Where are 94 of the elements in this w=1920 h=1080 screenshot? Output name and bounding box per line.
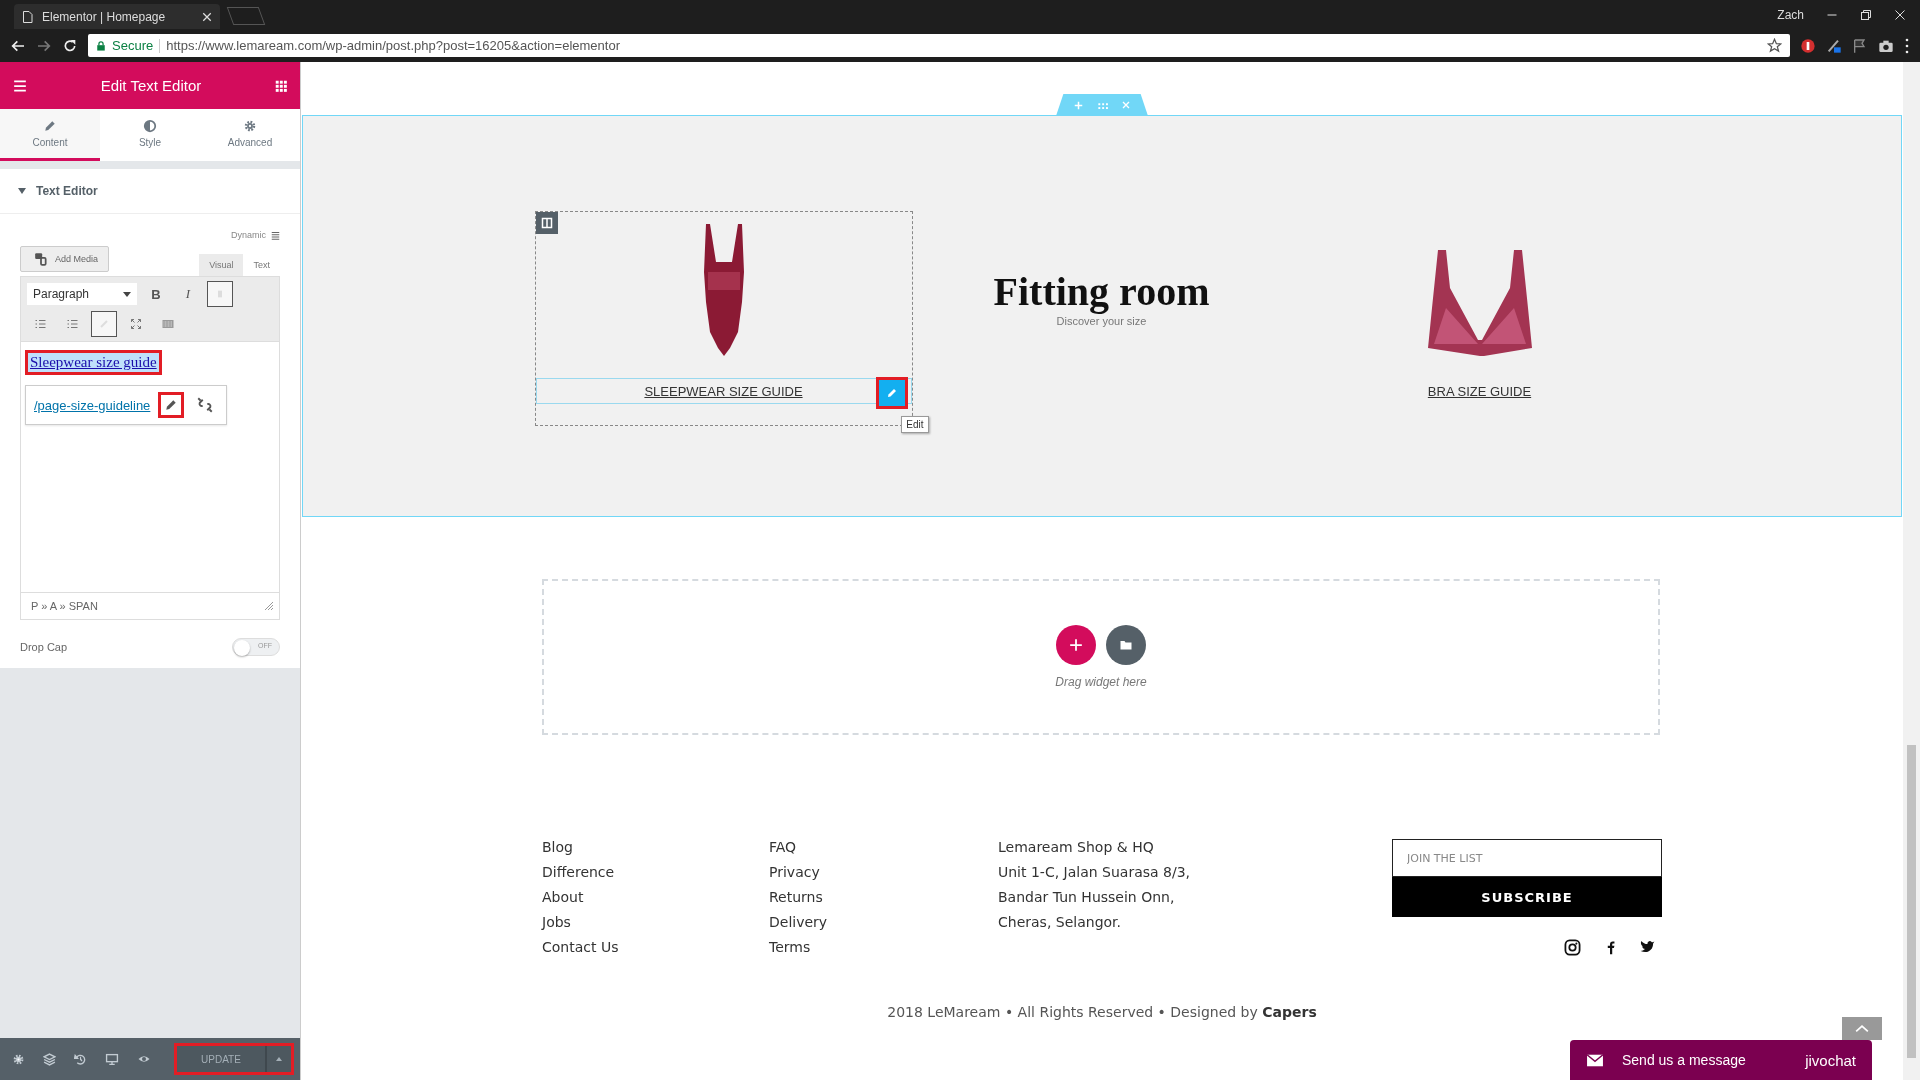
section-handle[interactable] [1056,94,1148,116]
section-title: Text Editor [36,184,98,198]
link-url[interactable]: /page-size-guideline [34,397,151,413]
column-handle[interactable] [535,212,558,234]
menu-dots-icon[interactable] [1904,37,1910,54]
address-line: Bandar Tun Hussein Onn, [998,889,1175,905]
drop-zone-label: Drag widget here [1055,675,1147,689]
footer-link[interactable]: Terms [769,939,811,955]
tab-title: Elementor | Homepage [42,9,167,24]
size-guide-link[interactable]: BRA SIZE GUIDE [1427,383,1532,399]
address-bar[interactable]: Secure https://www.lemaream.com/wp-admin/post.php?post=16205&action=elementor [88,34,1790,57]
half-circle-icon [143,119,157,133]
close-icon[interactable] [202,11,212,22]
pencil-icon [885,387,898,399]
link-button[interactable] [91,311,117,337]
bold-button[interactable]: B [143,281,169,307]
reload-icon[interactable] [62,37,78,54]
fullscreen-icon [130,318,142,330]
secure-label: Secure [112,38,154,53]
browser-tab[interactable]: Elementor | Homepage [14,4,220,29]
address-line: Lemaream Shop & HQ [998,839,1154,855]
footer-link[interactable]: Returns [769,889,823,905]
stack-icon[interactable] [271,230,280,240]
toolbar-toggle-button[interactable] [207,281,233,307]
caret-icon [18,188,26,194]
url-text: https://www.lemaream.com/wp-admin/post.php?post=16205&action=elementor [166,38,620,53]
menu-icon[interactable] [12,78,28,93]
address-line: Unit 1-C, Jalan Suarasa 8/3, [998,864,1191,880]
edit-tooltip: Edit [901,416,929,433]
email-field[interactable]: JOIN THE LIST [1392,839,1662,877]
dynamic-label: Dynamic [231,230,266,240]
settings-icon [243,119,257,133]
dropdown-caret-icon [123,291,131,297]
plus-icon [1074,100,1083,110]
editor-tab[interactable]: Visual [199,254,244,276]
drag-dots-icon [1097,101,1108,109]
caret-up-icon [276,1057,282,1061]
edit-button[interactable] [875,377,908,409]
subheading: Discover your size [1056,315,1147,327]
bullet-list-icon [33,318,47,330]
numbered-list-icon [65,318,79,330]
resize-grip-icon [265,602,273,610]
facebook-icon[interactable] [1605,939,1615,956]
add-media-button[interactable]: Add Media [20,246,110,272]
layers-icon[interactable] [43,1052,56,1066]
chevron-up-icon [1855,1024,1869,1033]
lock-icon [96,39,106,52]
edit-link-button[interactable] [158,392,185,418]
address-line: Cheras, Selangor. [998,914,1121,930]
twitter-icon[interactable] [1639,939,1656,954]
footer-link[interactable]: FAQ [769,839,797,855]
pencil-icon [43,119,57,133]
eye-icon[interactable] [137,1053,151,1065]
close-icon [1122,101,1130,109]
settings-icon[interactable] [12,1052,25,1066]
drop-cap-label: Drop Cap [20,641,68,653]
template-library-button[interactable] [1106,625,1146,665]
editor-tab[interactable]: Text [243,254,280,276]
copyright-text: 2018 LeMaream • All Rights Reserved • Designed by Capers [886,1004,1318,1020]
monitor-icon[interactable] [105,1052,119,1066]
footer-link[interactable]: Contact Us [542,939,619,955]
keyboard-icon [161,318,175,330]
instagram-icon[interactable] [1564,939,1581,956]
star-icon[interactable] [1767,38,1782,53]
panel-tab[interactable]: Content [0,109,100,161]
close-icon[interactable] [1894,8,1906,21]
folder-icon [1119,639,1133,651]
page-icon [22,9,34,24]
footer-link[interactable]: About [542,889,584,905]
footer-link[interactable]: Jobs [542,914,571,930]
selected-link-text[interactable]: Sleepwear size guide [25,350,162,375]
footer-link[interactable]: Difference [542,864,615,880]
grid-icon[interactable] [274,78,288,93]
add-section-button[interactable] [1056,625,1096,665]
format-select[interactable]: Paragraph [27,283,137,305]
scrollbar[interactable] [1903,62,1920,1080]
restore-icon[interactable] [1860,8,1872,21]
columns-icon [540,217,553,229]
footer-link[interactable]: Privacy [769,864,820,880]
element-path: P » A » SPAN [31,600,98,612]
pencil-icon [164,398,179,412]
footer-link[interactable]: Blog [542,839,573,855]
italic-button[interactable]: I [175,281,201,307]
profile-name[interactable]: Zach [1777,7,1804,22]
history-icon[interactable] [74,1052,87,1066]
plus-icon [1069,638,1083,652]
section-header[interactable]: Text Editor [0,169,300,214]
panel-title: Edit Text Editor [100,77,202,94]
subscribe-button[interactable]: SUBSCRIBE [1392,877,1662,917]
chat-widget[interactable]: Send us a message jivochat [1570,1040,1872,1080]
envelope-icon [1586,1053,1604,1067]
media-icon [33,252,49,266]
footer-link[interactable]: Delivery [769,914,828,930]
heading: Fitting room [993,272,1210,312]
